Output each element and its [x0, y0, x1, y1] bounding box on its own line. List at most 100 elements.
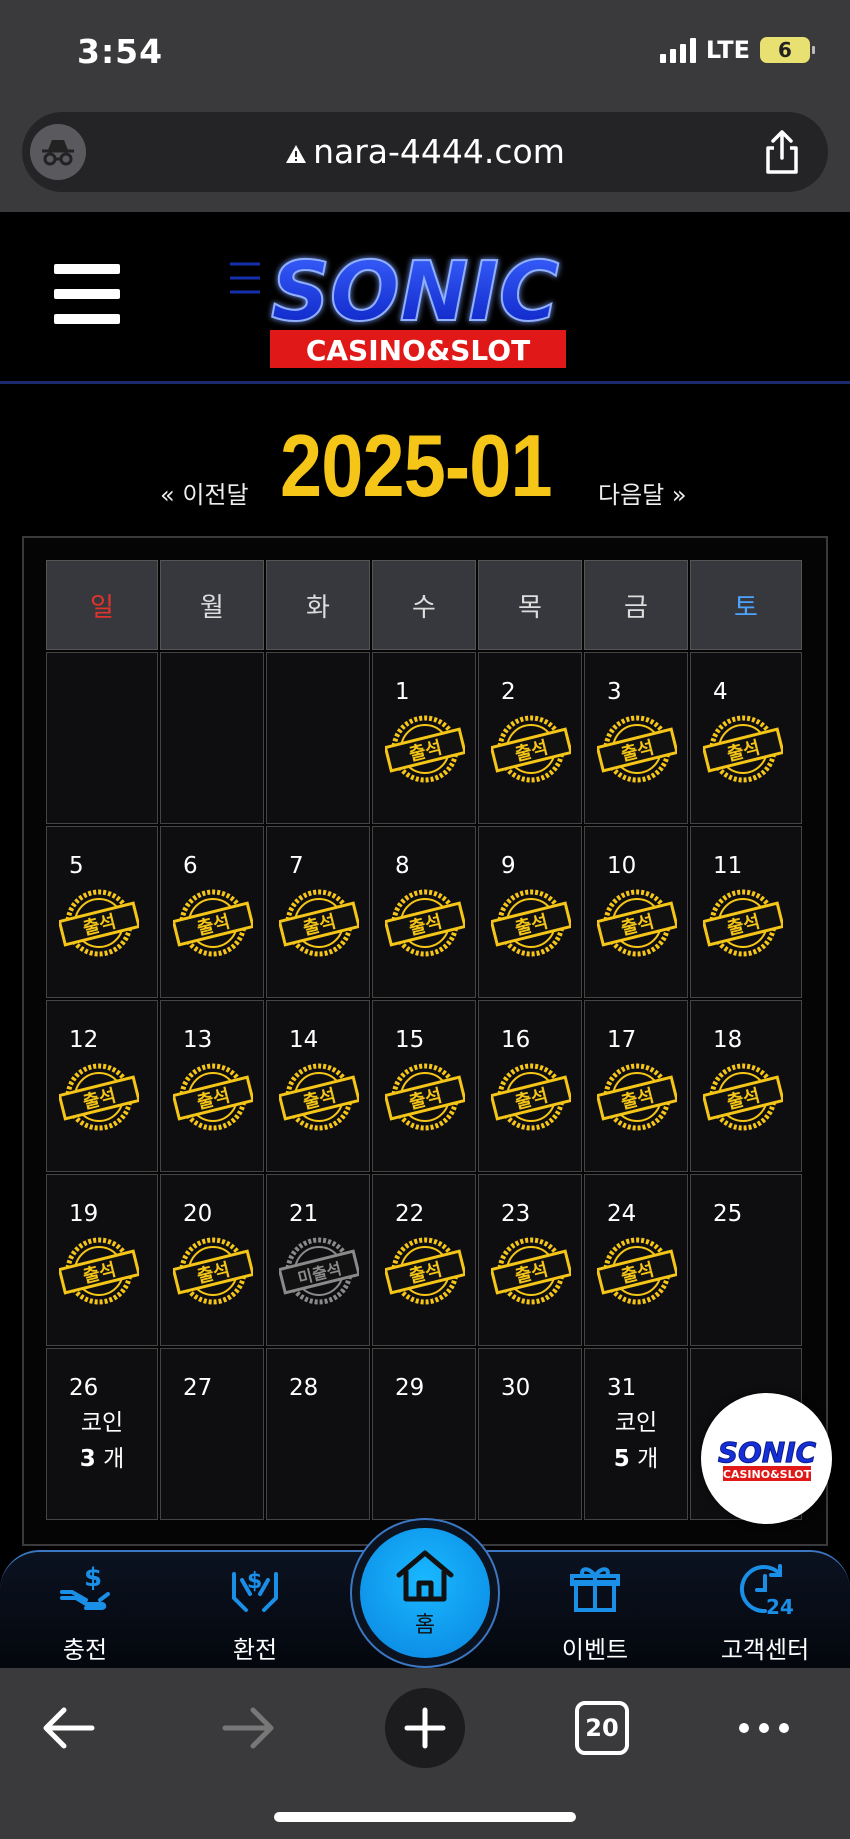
- forward-icon[interactable]: [207, 1688, 287, 1768]
- plus-icon: [404, 1707, 446, 1749]
- menu-icon[interactable]: [54, 264, 120, 324]
- support-24h-icon: 24: [739, 1564, 794, 1618]
- calendar-weeks: 1 출석 2 출석 3 출석 4 출석 5 출석 6 출석 7 출석 8 출석 9 출석 10 출석 11 출석 12 출석 1…: [46, 652, 806, 1520]
- svg-text:CASINO&SLOT: CASINO&SLOT: [306, 334, 530, 367]
- day-number: 18: [713, 1027, 743, 1053]
- day-number: 11: [713, 853, 743, 879]
- calendar-day-cell: 5 출석: [46, 826, 158, 998]
- exchange-icon: $: [232, 1569, 278, 1612]
- weekday-fri: 금: [584, 560, 688, 650]
- attendance-stamp: 출석: [597, 889, 677, 957]
- attendance-stamp: 출석: [491, 1237, 571, 1305]
- attendance-stamp: 출석: [59, 889, 139, 957]
- coin-amount: 5 개: [585, 1441, 687, 1477]
- day-number: 28: [289, 1375, 319, 1401]
- attendance-stamp: 출석: [59, 1237, 139, 1305]
- day-number: 8: [395, 853, 410, 879]
- calendar-day-cell: 21 미출석: [266, 1174, 370, 1346]
- charge-icon: $: [60, 1563, 110, 1610]
- day-number: 21: [289, 1201, 319, 1227]
- attendance-stamp: 출석: [279, 1063, 359, 1131]
- calendar-day-cell: 7 출석: [266, 826, 370, 998]
- attendance-stamp: 출석: [173, 1063, 253, 1131]
- day-number: 15: [395, 1027, 425, 1053]
- calendar-day-cell: 25: [690, 1174, 802, 1346]
- signal-icon: [659, 37, 696, 63]
- day-number: 17: [607, 1027, 637, 1053]
- day-number: 3: [607, 679, 622, 705]
- next-month-link[interactable]: 다음달 »: [598, 475, 687, 510]
- tabs-button[interactable]: 20: [562, 1688, 642, 1768]
- sonic-logo[interactable]: SONIC CASINO&SLOT: [230, 234, 600, 374]
- nav-charge[interactable]: $ 충전: [15, 1560, 155, 1665]
- share-icon[interactable]: [760, 128, 804, 176]
- attendance-stamp: 출석: [173, 1237, 253, 1305]
- day-number: 24: [607, 1201, 637, 1227]
- coin-count: 5: [613, 1446, 630, 1472]
- calendar-day-cell: 9 출석: [478, 826, 582, 998]
- network-type: LTE: [705, 36, 750, 64]
- nav-exchange[interactable]: $ 환전: [185, 1560, 325, 1665]
- attendance-stamp: 출석: [703, 1063, 783, 1131]
- calendar-day-cell: 23 출석: [478, 1174, 582, 1346]
- weekday-mon: 월: [160, 560, 264, 650]
- calendar-day-cell: 17 출석: [584, 1000, 688, 1172]
- calendar-week-row: 26 코인 3 개 27 28 29 30 31 코인 5 개: [46, 1348, 806, 1520]
- attendance-stamp: 출석: [385, 715, 465, 783]
- calendar-day-cell: 15 출석: [372, 1000, 476, 1172]
- calendar-day-cell: 19 출석: [46, 1174, 158, 1346]
- back-icon[interactable]: [30, 1688, 110, 1768]
- nav-event[interactable]: 이벤트: [525, 1560, 665, 1665]
- status-time: 3:54: [77, 32, 164, 71]
- coin-label: 코인: [80, 1410, 124, 1436]
- coin-reward: 코인 5 개: [585, 1405, 687, 1477]
- sonic-mini-logo: SONIC CASINO&SLOT: [717, 1435, 817, 1481]
- attendance-stamp: 출석: [491, 1063, 571, 1131]
- calendar-day-cell: 30: [478, 1348, 582, 1520]
- warning-icon: [286, 144, 307, 163]
- home-indicator: [274, 1812, 576, 1822]
- floating-logo-button[interactable]: SONIC CASINO&SLOT: [701, 1393, 832, 1524]
- calendar-week-row: 19 출석 20 출석 21 미출석 22 출석 23 출석 24 출석 25: [46, 1174, 806, 1346]
- nav-support[interactable]: 24 고객센터: [695, 1560, 835, 1665]
- calendar-day-cell: [160, 652, 264, 824]
- coin-reward: 코인 3 개: [47, 1405, 157, 1477]
- battery-icon: 6: [760, 37, 815, 63]
- calendar-day-cell: 24 출석: [584, 1174, 688, 1346]
- day-number: 4: [713, 679, 728, 705]
- weekday-header: 일 월 화 수 목 금 토: [46, 560, 806, 650]
- nav-support-label: 고객센터: [720, 1636, 810, 1664]
- more-icon[interactable]: [724, 1688, 804, 1768]
- calendar-day-cell: 11 출석: [690, 826, 802, 998]
- coin-count: 3: [79, 1446, 96, 1472]
- calendar-day-cell: 12 출석: [46, 1000, 158, 1172]
- svg-text:$: $: [247, 1569, 262, 1594]
- nav-home[interactable]: 홈: [360, 1528, 490, 1658]
- day-number: 20: [183, 1201, 213, 1227]
- attendance-stamp: 출석: [491, 715, 571, 783]
- weekday-wed: 수: [372, 560, 476, 650]
- svg-text:SONIC: SONIC: [271, 245, 559, 340]
- day-number: 13: [183, 1027, 213, 1053]
- attendance-stamp: 출석: [703, 889, 783, 957]
- svg-text:24: 24: [766, 1595, 794, 1618]
- url-text[interactable]: nara-4444.com: [22, 132, 828, 171]
- coin-unit: 개: [103, 1446, 125, 1472]
- coin-unit: 개: [637, 1446, 659, 1472]
- calendar-day-cell: 29: [372, 1348, 476, 1520]
- calendar-day-cell: 31 코인 5 개: [584, 1348, 688, 1520]
- day-number: 16: [501, 1027, 531, 1053]
- day-number: 12: [69, 1027, 99, 1053]
- url-label: nara-4444.com: [313, 132, 565, 171]
- attendance-stamp: 출석: [385, 1237, 465, 1305]
- app-screen: 3:54 LTE 6 nara-4444.com SONIC CASINO&SL…: [0, 0, 850, 1839]
- day-number: 1: [395, 679, 410, 705]
- new-tab-button[interactable]: [385, 1688, 465, 1768]
- url-field[interactable]: nara-4444.com: [22, 112, 828, 192]
- prev-month-link[interactable]: « 이전달: [160, 475, 249, 510]
- browser-address-bar: nara-4444.com: [0, 104, 850, 212]
- day-number: 10: [607, 853, 637, 879]
- attendance-stamp: 출석: [597, 1063, 677, 1131]
- calendar-day-cell: 4 출석: [690, 652, 802, 824]
- calendar-day-cell: 20 출석: [160, 1174, 264, 1346]
